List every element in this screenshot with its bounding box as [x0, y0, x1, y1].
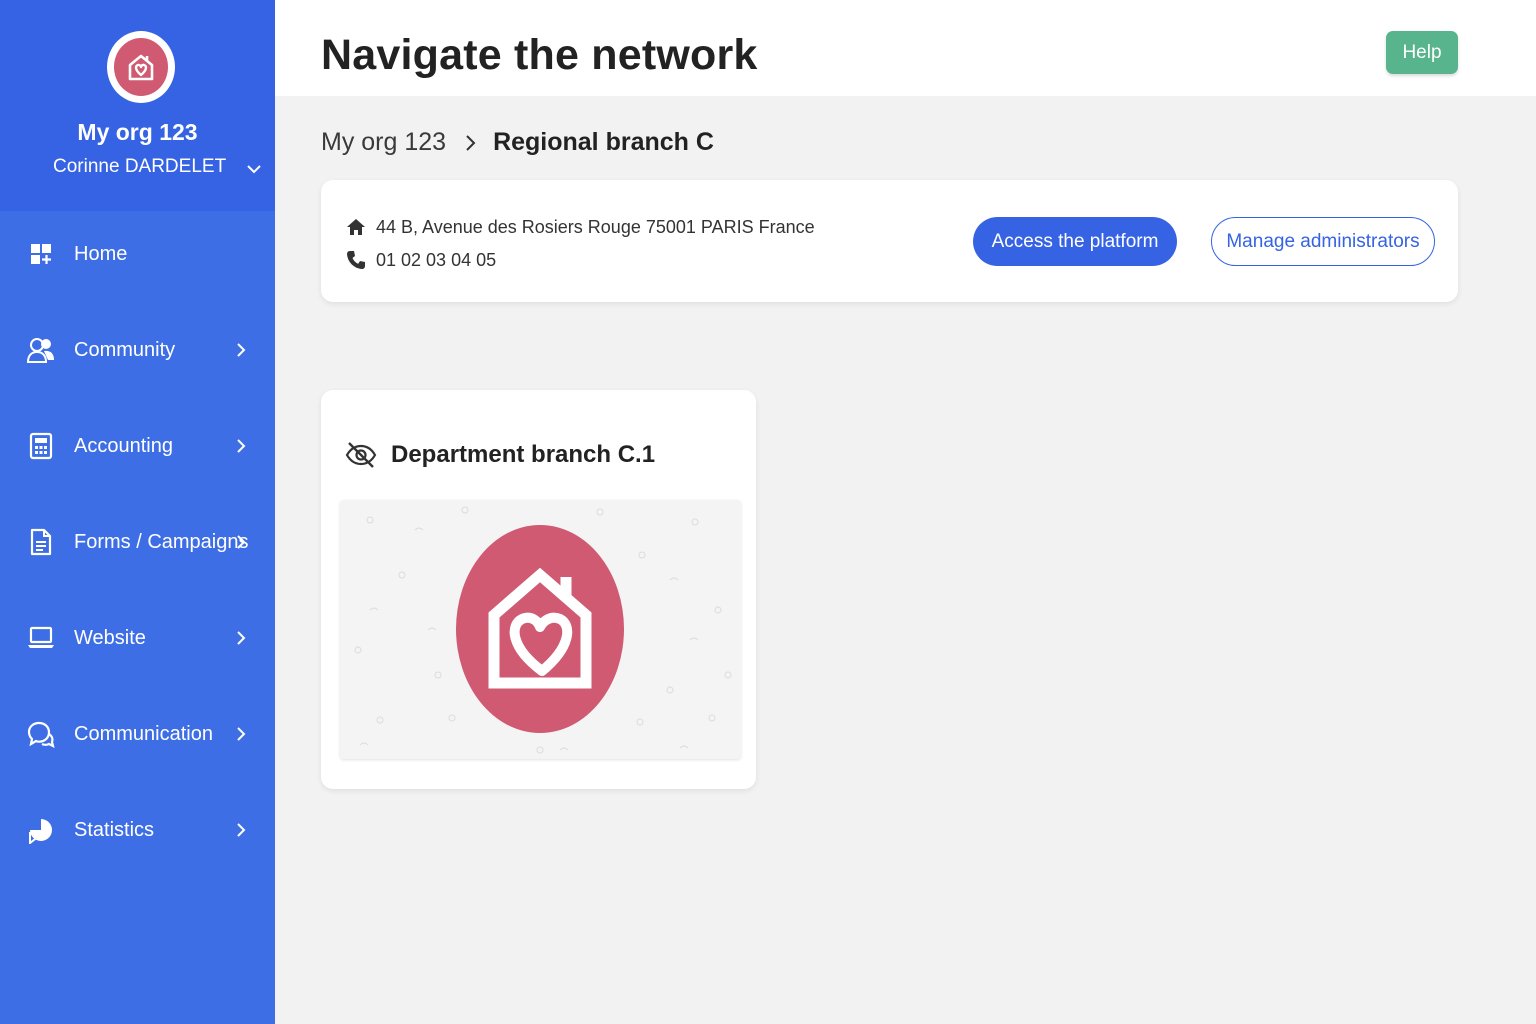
- sidebar-header: My org 123 Corinne DARDELET: [0, 0, 275, 211]
- sidebar-item-label: Accounting: [74, 434, 173, 457]
- chevron-right-icon: [236, 438, 250, 454]
- org-name: My org 123: [77, 119, 198, 145]
- branch-title: Department branch C.1: [391, 441, 656, 468]
- sidebar-item-accounting[interactable]: Accounting: [0, 416, 275, 476]
- laptop-icon: [26, 623, 56, 653]
- chevron-down-icon[interactable]: [246, 159, 262, 181]
- sidebar-item-label: Community: [74, 338, 176, 361]
- sidebar: My org 123 Corinne DARDELET Home Communi…: [0, 0, 275, 1024]
- phone-icon: [345, 249, 367, 271]
- sidebar-item-label: Home: [74, 242, 128, 265]
- sidebar-item-website[interactable]: Website: [0, 608, 275, 668]
- house-heart-logo: [128, 54, 154, 81]
- sidebar-item-statistics[interactable]: Statistics: [0, 800, 275, 860]
- chevron-right-icon: [236, 630, 250, 646]
- phone-text: 01 02 03 04 05: [376, 249, 497, 270]
- breadcrumb-root-link[interactable]: My org 123: [321, 128, 446, 157]
- sidebar-item-home[interactable]: Home: [0, 224, 275, 284]
- house-heart-logo: [456, 525, 624, 733]
- pie-chart-icon: [26, 815, 56, 845]
- address-row: 44 B, Avenue des Rosiers Rouge 75001 PAR…: [345, 216, 815, 238]
- chevron-right-icon: [236, 534, 250, 550]
- sidebar-item-communication[interactable]: Communication: [0, 704, 275, 764]
- home-icon: [345, 216, 367, 238]
- sidebar-item-label: Communication: [74, 722, 213, 745]
- org-logo[interactable]: [107, 31, 175, 103]
- chevron-right-icon: [236, 342, 250, 358]
- sidebar-item-community[interactable]: Community: [0, 320, 275, 380]
- chevron-right-icon: [236, 726, 250, 742]
- eye-off-icon: [345, 442, 377, 468]
- branch-info-card: 44 B, Avenue des Rosiers Rouge 75001 PAR…: [321, 180, 1458, 302]
- user-name: Corinne DARDELET: [53, 156, 227, 177]
- manage-administrators-button[interactable]: Manage administrators: [1211, 217, 1435, 266]
- top-bar: Navigate the network Help: [275, 0, 1536, 96]
- access-platform-button[interactable]: Access the platform: [973, 217, 1177, 266]
- address-text: 44 B, Avenue des Rosiers Rouge 75001 PAR…: [376, 216, 815, 237]
- sidebar-item-forms-campaigns[interactable]: Forms / Campaigns: [0, 512, 275, 572]
- sidebar-item-label: Website: [74, 626, 146, 649]
- phone-row: 01 02 03 04 05: [345, 249, 496, 271]
- chat-bubbles-icon: [26, 719, 56, 749]
- calculator-icon: [26, 431, 56, 461]
- branch-card[interactable]: Department branch C.1: [321, 390, 756, 789]
- breadcrumb: My org 123 Regional branch C: [321, 128, 714, 157]
- breadcrumb-current: Regional branch C: [493, 128, 714, 156]
- users-icon: [26, 335, 56, 365]
- document-icon: [26, 527, 56, 557]
- chevron-right-icon: [236, 822, 250, 838]
- sidebar-item-label: Statistics: [74, 818, 155, 841]
- sidebar-item-label: Forms / Campaigns: [74, 530, 249, 553]
- branch-image: [340, 500, 741, 759]
- page-title: Navigate the network: [321, 31, 758, 79]
- chevron-right-icon: [464, 134, 476, 152]
- dashboard-icon: [26, 239, 56, 269]
- branch-card-header: Department branch C.1: [345, 440, 655, 470]
- help-button[interactable]: Help: [1386, 31, 1458, 74]
